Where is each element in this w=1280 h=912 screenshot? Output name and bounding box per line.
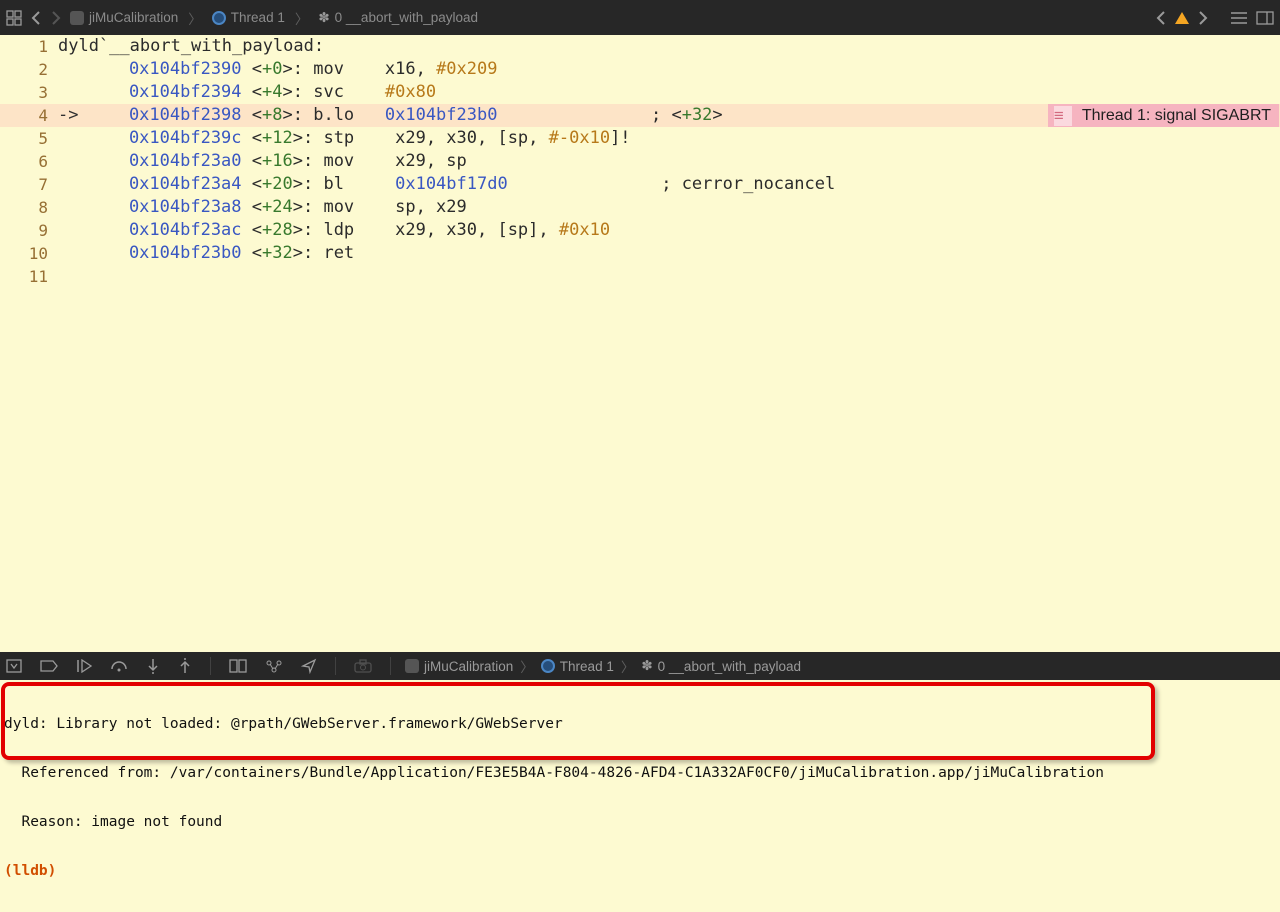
gutter: 4 xyxy=(0,104,58,127)
app-icon xyxy=(70,11,84,25)
frame-icon: ✽ xyxy=(318,10,329,26)
console-line: Referenced from: /var/containers/Bundle/… xyxy=(0,765,1280,782)
gutter: 2 xyxy=(0,58,58,81)
asm-line: 1dyld`__abort_with_payload: xyxy=(0,35,1280,58)
memory-graph-icon[interactable] xyxy=(265,659,283,673)
assistant-editor-icon[interactable] xyxy=(1256,11,1274,25)
jump-bar: jiMuCalibration 〉 Thread 1 〉 ✽ 0 __abort… xyxy=(0,0,1280,35)
asm-code: 0x104bf23a8 <+24>: mov sp, x29 xyxy=(88,196,1280,219)
asm-code: 0x104bf2390 <+0>: mov x16, #0x209 xyxy=(88,58,1280,81)
step-over-icon[interactable] xyxy=(110,659,128,673)
hide-debug-area-icon[interactable] xyxy=(6,659,22,673)
debug-bar: jiMuCalibration 〉 Thread 1 〉 ✽ 0 __abort_… xyxy=(0,652,1280,680)
crumb-label: 0 __abort_with_payload xyxy=(658,659,801,674)
outline-icon[interactable] xyxy=(1230,11,1248,25)
issue-forward-icon[interactable] xyxy=(1197,11,1208,25)
warning-icon[interactable] xyxy=(1175,12,1189,24)
crumb-sep: 〉 xyxy=(619,656,637,676)
asm-line: 2 0x104bf2390 <+0>: mov x16, #0x209 xyxy=(0,58,1280,81)
gutter: 6 xyxy=(0,150,58,173)
asm-line: 10 0x104bf23b0 <+32>: ret xyxy=(0,242,1280,265)
frame-icon: ✽ xyxy=(641,658,652,674)
camera-icon[interactable] xyxy=(354,659,372,673)
crumb-sep: 〉 xyxy=(293,8,311,28)
crumb-app[interactable]: jiMuCalibration xyxy=(70,10,178,25)
separator xyxy=(390,657,391,675)
asm-code: 0x104bf2394 <+4>: svc #0x80 xyxy=(88,81,1280,104)
asm-code: 0x104bf23ac <+28>: ldp x29, x30, [sp], #… xyxy=(88,219,1280,242)
breakpoints-icon[interactable] xyxy=(40,660,58,672)
gutter: 10 xyxy=(0,242,58,265)
dbg-crumb-thread[interactable]: Thread 1 xyxy=(541,659,614,674)
step-out-icon[interactable] xyxy=(178,658,192,674)
asm-line: 6 0x104bf23a0 <+16>: mov x29, sp xyxy=(0,150,1280,173)
forward-icon[interactable] xyxy=(50,11,62,25)
crumb-label: 0 __abort_with_payload xyxy=(335,10,478,25)
view-debugger-icon[interactable] xyxy=(229,659,247,673)
console-line: Reason: image not found xyxy=(0,814,1280,831)
lldb-prompt: (lldb) xyxy=(4,863,65,879)
related-items-icon[interactable] xyxy=(6,10,22,26)
asm-line: 3 0x104bf2394 <+4>: svc #0x80 xyxy=(0,81,1280,104)
thread-icon xyxy=(541,659,555,673)
gutter: 8 xyxy=(0,196,58,219)
asm-code: 0x104bf23a4 <+20>: bl 0x104bf17d0 ; cerr… xyxy=(88,173,1280,196)
separator xyxy=(335,657,336,675)
console-line: dyld: Library not loaded: @rpath/GWebSer… xyxy=(0,716,1280,733)
asm-line: 9 0x104bf23ac <+28>: ldp x29, x30, [sp],… xyxy=(0,219,1280,242)
dbg-crumb-app[interactable]: jiMuCalibration xyxy=(405,659,513,674)
separator xyxy=(210,657,211,675)
error-details-icon[interactable]: ≡ xyxy=(1054,106,1072,126)
crumb-label: jiMuCalibration xyxy=(89,10,178,25)
crumb-sep: 〉 xyxy=(186,8,204,28)
asm-line: 5 0x104bf239c <+12>: stp x29, x30, [sp, … xyxy=(0,127,1280,150)
asm-code: dyld`__abort_with_payload: xyxy=(58,35,1280,58)
runtime-error-badge[interactable]: ≡ Thread 1: signal SIGABRT xyxy=(1048,104,1279,127)
asm-line: 7 0x104bf23a4 <+20>: bl 0x104bf17d0 ; ce… xyxy=(0,173,1280,196)
asm-code: 0x104bf23a0 <+16>: mov x29, sp xyxy=(88,150,1280,173)
crumb-label: Thread 1 xyxy=(231,10,285,25)
crumb-label: jiMuCalibration xyxy=(424,659,513,674)
continue-icon[interactable] xyxy=(76,659,92,673)
asm-code: 0x104bf23b0 <+32>: ret xyxy=(88,242,1280,265)
disassembly-view: 1dyld`__abort_with_payload:2 0x104bf2390… xyxy=(0,35,1280,652)
location-icon[interactable] xyxy=(301,658,317,674)
gutter: 1 xyxy=(0,35,58,58)
lldb-console[interactable]: dyld: Library not loaded: @rpath/GWebSer… xyxy=(0,680,1280,912)
dbg-crumb-frame[interactable]: ✽ 0 __abort_with_payload xyxy=(641,658,801,674)
crumb-sep: 〉 xyxy=(518,656,536,676)
asm-line: 11 xyxy=(0,265,1280,288)
app-icon xyxy=(405,659,419,673)
gutter: 11 xyxy=(0,265,58,288)
asm-line: 8 0x104bf23a8 <+24>: mov sp, x29 xyxy=(0,196,1280,219)
back-icon[interactable] xyxy=(30,11,42,25)
gutter: 3 xyxy=(0,81,58,104)
thread-icon xyxy=(212,11,226,25)
crumb-frame[interactable]: ✽ 0 __abort_with_payload xyxy=(318,10,478,26)
issue-back-icon[interactable] xyxy=(1156,11,1167,25)
crumb-thread[interactable]: Thread 1 xyxy=(212,10,285,25)
gutter: 7 xyxy=(0,173,58,196)
gutter: 5 xyxy=(0,127,58,150)
asm-code: 0x104bf239c <+12>: stp x29, x30, [sp, #-… xyxy=(88,127,1280,150)
pc-arrow: -> xyxy=(58,104,88,127)
step-into-icon[interactable] xyxy=(146,658,160,674)
gutter: 9 xyxy=(0,219,58,242)
crumb-label: Thread 1 xyxy=(560,659,614,674)
error-text: Thread 1: signal SIGABRT xyxy=(1082,107,1271,125)
